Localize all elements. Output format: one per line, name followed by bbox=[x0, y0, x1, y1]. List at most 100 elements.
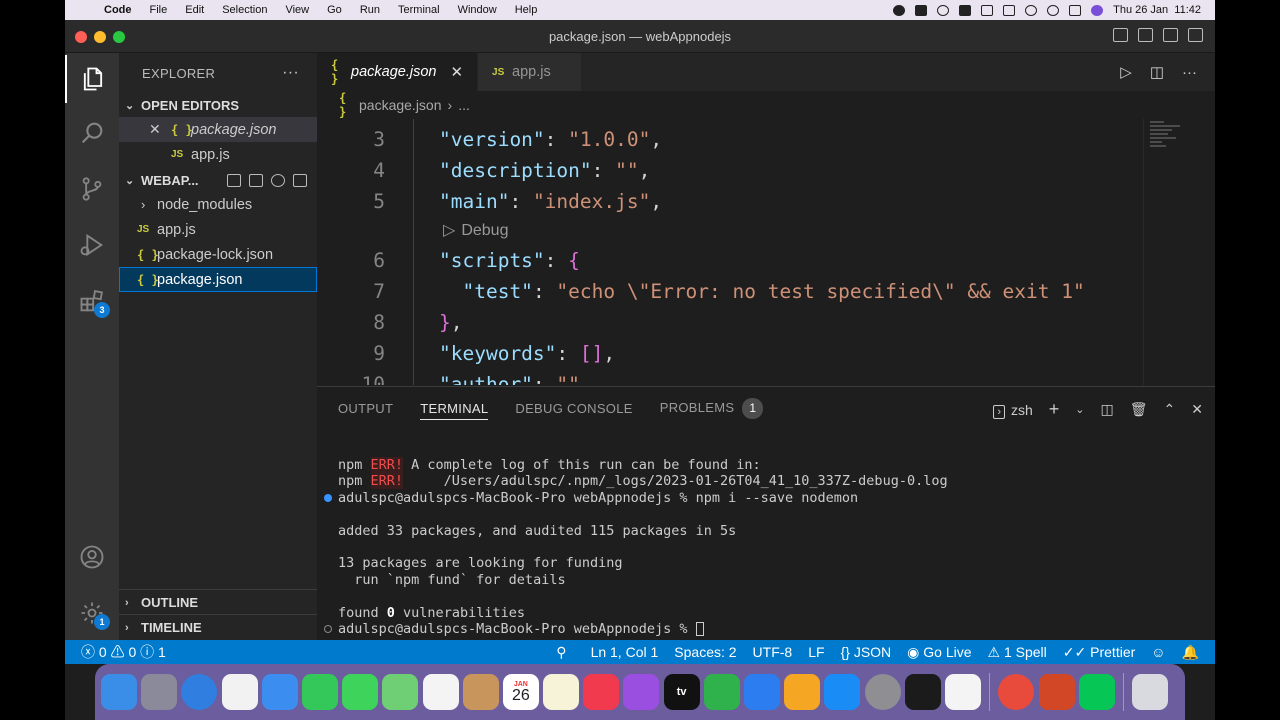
close-editor-icon[interactable]: ✕ bbox=[149, 121, 171, 138]
notes-icon[interactable] bbox=[543, 674, 580, 710]
feedback-icon[interactable]: ☺ bbox=[1143, 644, 1173, 660]
keynote-icon[interactable] bbox=[744, 674, 780, 710]
menu-file[interactable]: File bbox=[141, 4, 177, 16]
menu-selection[interactable]: Selection bbox=[213, 4, 276, 16]
tree-item-app-js[interactable]: JS app.js bbox=[119, 217, 317, 242]
chevron-down-icon[interactable]: ⌄ bbox=[1075, 403, 1084, 416]
apple-tv-icon[interactable]: tv bbox=[663, 674, 700, 710]
tab-output[interactable]: OUTPUT bbox=[338, 401, 393, 416]
calendar-icon[interactable]: JAN 26 bbox=[502, 674, 539, 710]
command-decoration-icon[interactable] bbox=[324, 624, 332, 633]
trash-icon[interactable] bbox=[1132, 674, 1169, 710]
open-editor-item-package-json[interactable]: ✕ { } package.json bbox=[119, 117, 317, 142]
new-terminal-icon[interactable]: + bbox=[1049, 399, 1060, 420]
maps-icon[interactable] bbox=[382, 674, 419, 710]
workspace-folder-section[interactable]: ⌄ WEBAP... bbox=[119, 168, 317, 192]
encoding[interactable]: UTF-8 bbox=[745, 644, 801, 660]
customize-layout-icon[interactable] bbox=[1188, 28, 1203, 42]
record-icon[interactable] bbox=[893, 4, 906, 16]
command-decoration-icon[interactable] bbox=[324, 493, 332, 502]
menu-app-code[interactable]: Code bbox=[95, 4, 141, 16]
source-control-activity-button[interactable] bbox=[65, 165, 119, 213]
menu-help[interactable]: Help bbox=[506, 4, 547, 16]
close-panel-icon[interactable]: ✕ bbox=[1191, 401, 1203, 418]
more-actions-icon[interactable]: ··· bbox=[1182, 64, 1197, 81]
podcasts-icon[interactable] bbox=[623, 674, 660, 710]
close-tab-icon[interactable]: ✕ bbox=[450, 63, 463, 81]
split-editor-icon[interactable]: ◫ bbox=[1150, 63, 1164, 81]
safari-icon[interactable] bbox=[181, 674, 218, 710]
new-folder-icon[interactable] bbox=[249, 173, 263, 187]
numbers-icon[interactable] bbox=[703, 674, 740, 710]
terminal-output[interactable]: npm ERR! A complete log of this run can … bbox=[324, 457, 1198, 637]
finder-icon[interactable] bbox=[101, 674, 137, 710]
spotlight-search-icon[interactable] bbox=[1047, 4, 1060, 16]
prettier-status[interactable]: ✓✓ Prettier bbox=[1055, 644, 1143, 661]
menu-terminal[interactable]: Terminal bbox=[389, 4, 449, 16]
indentation[interactable]: Spaces: 2 bbox=[666, 644, 744, 660]
terminal-app-icon[interactable] bbox=[904, 674, 941, 710]
toggle-secondary-sidebar-icon[interactable] bbox=[1163, 28, 1178, 42]
trash-icon[interactable]: 🗑 bbox=[1130, 401, 1148, 418]
new-file-icon[interactable] bbox=[227, 173, 241, 187]
terminal-shell-selector[interactable]: › zsh bbox=[993, 402, 1033, 419]
problems-status[interactable]: ⓧ 0 ⚠ 0 ⓘ 1 bbox=[65, 642, 174, 662]
line-app-icon[interactable] bbox=[1078, 674, 1115, 710]
photos-icon[interactable] bbox=[422, 674, 459, 710]
toggle-panel-icon[interactable] bbox=[1138, 28, 1153, 42]
code-editor[interactable]: 3 "version": "1.0.0", 4 "description": "… bbox=[317, 119, 1143, 385]
menubar-clock[interactable]: Thu 26 Jan 11:42 bbox=[1113, 4, 1201, 16]
maximize-panel-icon[interactable]: ⌃ bbox=[1164, 401, 1176, 418]
breadcrumb-file[interactable]: package.json bbox=[359, 97, 442, 113]
tab-package-json[interactable]: { } package.json ✕ bbox=[317, 53, 479, 91]
refresh-icon[interactable] bbox=[271, 173, 285, 187]
breadcrumb-more[interactable]: ... bbox=[458, 97, 470, 113]
collapse-folders-icon[interactable] bbox=[293, 173, 307, 187]
run-debug-activity-button[interactable] bbox=[65, 221, 119, 269]
powerpoint-icon[interactable] bbox=[1038, 674, 1075, 710]
accounts-activity-button[interactable] bbox=[65, 533, 119, 581]
siri-icon[interactable] bbox=[1091, 4, 1104, 16]
menu-edit[interactable]: Edit bbox=[176, 4, 213, 16]
launchpad-icon[interactable] bbox=[141, 674, 178, 710]
open-editors-section[interactable]: ⌄ OPEN EDITORS bbox=[119, 93, 317, 117]
mail-icon[interactable] bbox=[261, 674, 298, 710]
outline-section[interactable]: › OUTLINE bbox=[119, 589, 317, 615]
facetime-icon[interactable] bbox=[301, 674, 338, 710]
spell-check-status[interactable]: ⚠ 1 Spell bbox=[980, 644, 1055, 661]
toggle-sidebar-icon[interactable] bbox=[1113, 28, 1128, 42]
chrome-icon[interactable] bbox=[998, 674, 1035, 710]
system-settings-icon[interactable] bbox=[864, 674, 901, 710]
debug-codelens[interactable]: ▷ Debug bbox=[443, 220, 508, 240]
line-icon[interactable] bbox=[915, 4, 928, 16]
keyboard-input-icon[interactable] bbox=[959, 4, 972, 16]
pages-icon[interactable] bbox=[784, 674, 821, 710]
go-live-button[interactable]: ◉ Go Live bbox=[899, 644, 979, 661]
tab-debug-console[interactable]: DEBUG CONSOLE bbox=[515, 401, 632, 416]
live-share-icon[interactable]: ⚲ bbox=[548, 644, 574, 661]
timeline-section[interactable]: › TIMELINE bbox=[119, 614, 317, 640]
reminders-icon[interactable] bbox=[221, 674, 258, 710]
explorer-activity-button[interactable] bbox=[65, 55, 119, 103]
menu-view[interactable]: View bbox=[276, 4, 318, 16]
music-icon[interactable] bbox=[583, 674, 620, 710]
menu-run[interactable]: Run bbox=[351, 4, 389, 16]
notifications-bell-icon[interactable]: 🔔 bbox=[1174, 644, 1215, 661]
open-editor-item-app-js[interactable]: JS app.js bbox=[119, 142, 317, 167]
tree-item-package-lock-json[interactable]: { } package-lock.json bbox=[119, 242, 317, 267]
battery-icon[interactable] bbox=[1003, 4, 1016, 16]
split-terminal-icon[interactable]: ◫ bbox=[1101, 401, 1114, 418]
messages-icon[interactable] bbox=[342, 674, 379, 710]
explorer-more-actions-icon[interactable]: ··· bbox=[282, 64, 299, 82]
run-file-icon[interactable]: ▷ bbox=[1120, 63, 1132, 81]
vscode-icon[interactable] bbox=[944, 674, 981, 710]
extensions-activity-button[interactable]: 3 bbox=[65, 277, 119, 325]
tree-item-node-modules[interactable]: › node_modules bbox=[119, 192, 317, 217]
bluetooth-icon[interactable] bbox=[981, 4, 994, 16]
manage-activity-button[interactable]: 1 bbox=[65, 589, 119, 637]
sync-icon[interactable] bbox=[937, 4, 950, 16]
app-store-icon[interactable] bbox=[824, 674, 861, 710]
tree-item-package-json[interactable]: { } package.json bbox=[119, 267, 317, 292]
end-of-line[interactable]: LF bbox=[800, 644, 832, 660]
tab-app-js[interactable]: JS app.js bbox=[478, 53, 582, 91]
